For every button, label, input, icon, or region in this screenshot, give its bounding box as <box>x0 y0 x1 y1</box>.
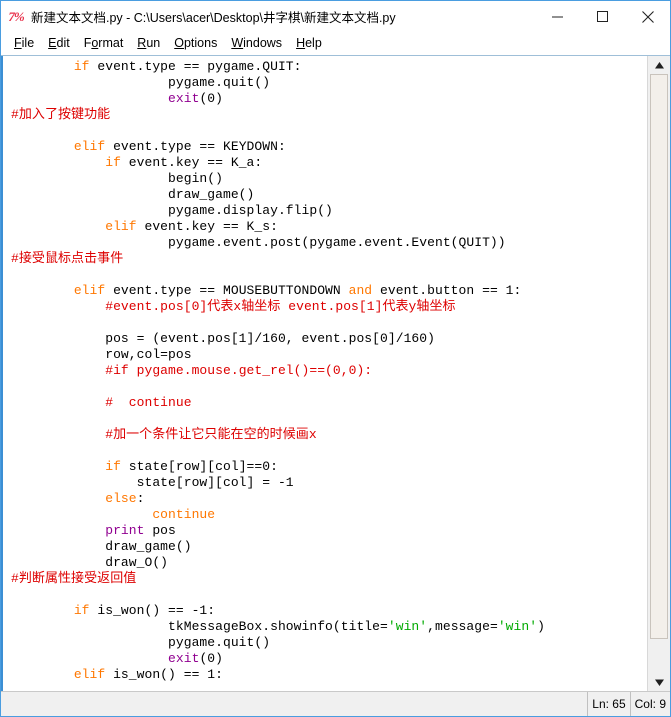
maximize-icon <box>597 11 608 22</box>
menu-item-file[interactable]: File <box>7 35 41 51</box>
scroll-down-arrow-icon <box>654 679 664 686</box>
menu-item-windows[interactable]: Windows <box>224 35 289 51</box>
minimize-button[interactable] <box>535 2 580 32</box>
scroll-down-button[interactable] <box>648 673 670 691</box>
scrollbar-thumb[interactable] <box>650 74 668 639</box>
scroll-up-arrow-icon <box>654 61 664 68</box>
source-code-text[interactable]: if event.type == pygame.QUIT: pygame.qui… <box>3 59 545 683</box>
menu-bar: File Edit Format Run Options Windows Hel… <box>1 32 670 55</box>
status-line-number: Ln: 65 <box>587 692 630 716</box>
vertical-scrollbar[interactable] <box>647 56 670 691</box>
menu-item-help[interactable]: Help <box>289 35 329 51</box>
menu-item-format[interactable]: Format <box>77 35 131 51</box>
status-bar: Ln: 65 Col: 9 <box>1 691 670 716</box>
maximize-button[interactable] <box>580 2 625 32</box>
scroll-up-button[interactable] <box>648 56 670 74</box>
python-idle-icon: 7% <box>8 8 24 24</box>
editor-body: if event.type == pygame.QUIT: pygame.qui… <box>1 55 670 691</box>
code-editor-area[interactable]: if event.type == pygame.QUIT: pygame.qui… <box>1 56 647 691</box>
menu-item-run[interactable]: Run <box>130 35 167 51</box>
close-button[interactable] <box>625 2 670 32</box>
scrollbar-track[interactable] <box>648 74 670 673</box>
minimize-icon <box>552 16 563 18</box>
idle-editor-window: 7% 新建文本文档.py - C:\Users\acer\Desktop\井字棋… <box>0 0 671 717</box>
window-title: 新建文本文档.py - C:\Users\acer\Desktop\井字棋\新建… <box>31 11 396 25</box>
title-bar: 7% 新建文本文档.py - C:\Users\acer\Desktop\井字棋… <box>1 1 670 32</box>
menu-item-edit[interactable]: Edit <box>41 35 77 51</box>
menu-item-options[interactable]: Options <box>167 35 224 51</box>
close-icon <box>641 10 654 23</box>
status-column-number: Col: 9 <box>629 692 670 716</box>
status-bar-spacer <box>1 692 587 716</box>
